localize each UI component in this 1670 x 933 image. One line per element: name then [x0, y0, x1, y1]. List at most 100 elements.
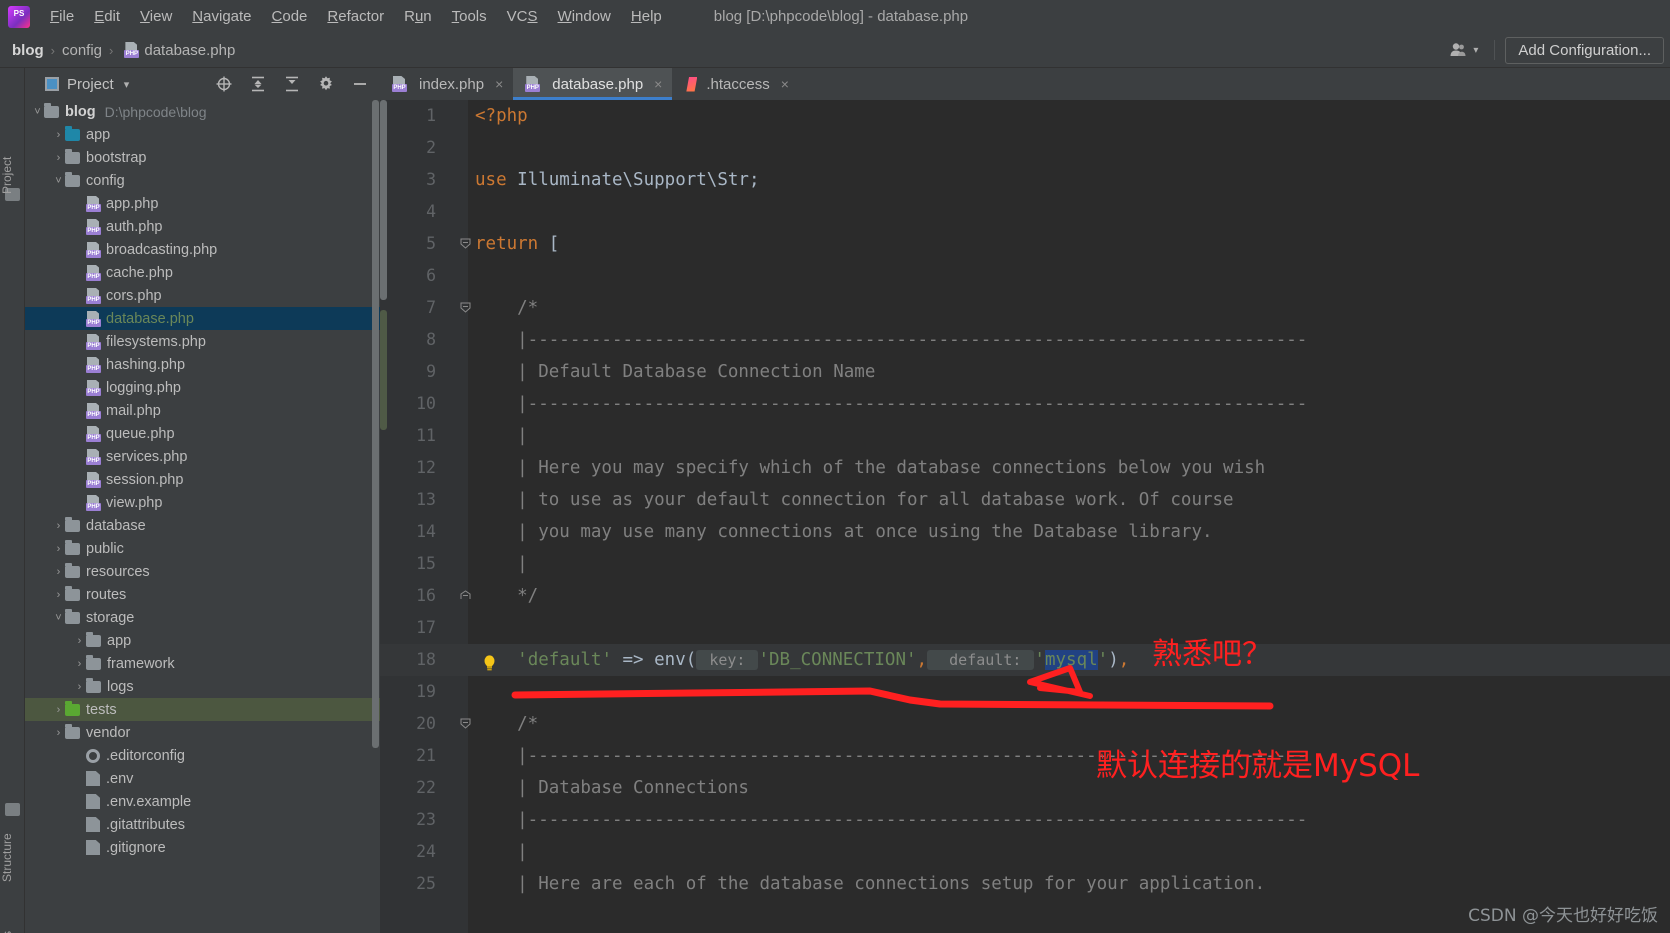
tree-item-blog[interactable]: ˅ blog D:\phpcode\blog [25, 100, 380, 123]
tree-item-gitattributes[interactable]: .gitattributes [25, 813, 380, 836]
code-line-6[interactable]: 6 [380, 260, 1670, 292]
code-lines-container[interactable]: 1 <?php 2 3 use Illuminate\Support\Str; 4 5 ret… [380, 100, 1670, 933]
tree-item-services-php[interactable]: PHP services.php [25, 445, 380, 468]
chevron-down-icon[interactable]: ˅ [31, 106, 44, 118]
tree-item-resources[interactable]: › resources [25, 560, 380, 583]
tree-item-tests[interactable]: › tests [25, 698, 380, 721]
chevron-right-icon[interactable]: › [52, 589, 65, 601]
project-tree[interactable]: ˅ blog D:\phpcode\blog › app › bootstrap ˅ confi… [25, 100, 380, 933]
menu-item-refactor[interactable]: Refactor [317, 4, 394, 29]
add-configuration-button[interactable]: Add Configuration... [1505, 36, 1664, 64]
tree-item-vendor[interactable]: › vendor [25, 721, 380, 744]
structure-panel-icon[interactable] [5, 803, 20, 816]
tool-tab-project[interactable]: Project [0, 140, 25, 210]
code-editor[interactable]: 1 <?php 2 3 use Illuminate\Support\Str; 4 5 ret… [380, 100, 1670, 933]
menu-item-file[interactable]: File [40, 4, 84, 29]
tree-item-cache-php[interactable]: PHP cache.php [25, 261, 380, 284]
menu-item-vcs[interactable]: VCS [497, 4, 548, 29]
menu-item-window[interactable]: Window [548, 4, 621, 29]
code-line-21[interactable]: 21 |------------------------------------… [380, 740, 1670, 772]
chevron-right-icon[interactable]: › [52, 129, 65, 141]
code-line-9[interactable]: 9 | Default Database Connection Name [380, 356, 1670, 388]
collapse-all-icon[interactable] [283, 75, 301, 93]
hide-panel-icon[interactable] [351, 75, 369, 93]
code-fold-toggle-icon[interactable] [460, 718, 471, 729]
menu-item-navigate[interactable]: Navigate [182, 4, 261, 29]
chevron-right-icon[interactable]: › [52, 727, 65, 739]
user-account-icon[interactable]: ▾ [1443, 40, 1484, 60]
tree-item-app[interactable]: › app [25, 123, 380, 146]
tree-item-bootstrap[interactable]: › bootstrap [25, 146, 380, 169]
tree-item-view-php[interactable]: PHP view.php [25, 491, 380, 514]
code-line-11[interactable]: 11 | [380, 420, 1670, 452]
code-fold-toggle-icon[interactable] [460, 302, 471, 313]
tree-item-framework[interactable]: › framework [25, 652, 380, 675]
tree-item-broadcasting-php[interactable]: PHP broadcasting.php [25, 238, 380, 261]
tree-item-public[interactable]: › public [25, 537, 380, 560]
tree-item-app[interactable]: › app [25, 629, 380, 652]
tree-item-database[interactable]: › database [25, 514, 380, 537]
code-line-8[interactable]: 8 |-------------------------------------… [380, 324, 1670, 356]
code-line-1[interactable]: 1 <?php [380, 100, 1670, 132]
code-line-22[interactable]: 22 | Database Connections [380, 772, 1670, 804]
menu-item-code[interactable]: Code [262, 4, 318, 29]
code-fold-toggle-icon[interactable] [460, 238, 471, 249]
code-line-23[interactable]: 23 |------------------------------------… [380, 804, 1670, 836]
close-icon[interactable]: × [654, 76, 662, 92]
chevron-right-icon[interactable]: › [73, 635, 86, 647]
chevron-right-icon[interactable]: › [73, 681, 86, 693]
chevron-down-icon[interactable]: ▾ [124, 78, 130, 91]
code-line-15[interactable]: 15 | [380, 548, 1670, 580]
tree-scrollbar[interactable] [372, 100, 379, 748]
expand-all-icon[interactable] [249, 75, 267, 93]
tree-item-database-php[interactable]: PHP database.php [25, 307, 380, 330]
chevron-right-icon[interactable]: › [52, 704, 65, 716]
code-line-17[interactable]: 17 [380, 612, 1670, 644]
tree-item-logs[interactable]: › logs [25, 675, 380, 698]
code-line-25[interactable]: 25 | Here are each of the database conne… [380, 868, 1670, 900]
tree-item-gitignore[interactable]: .gitignore [25, 836, 380, 859]
menu-item-edit[interactable]: Edit [84, 4, 130, 29]
chevron-down-icon[interactable]: ˅ [52, 175, 65, 187]
code-line-18[interactable]: 18 'default' => env( key: 'DB_CONNECTION… [380, 644, 1670, 676]
tree-item-app-php[interactable]: PHP app.php [25, 192, 380, 215]
close-icon[interactable]: × [781, 76, 789, 92]
tree-item-routes[interactable]: › routes [25, 583, 380, 606]
editor-tab-database-php[interactable]: PHP database.php × [513, 68, 673, 100]
chevron-right-icon[interactable]: › [52, 566, 65, 578]
tree-item-filesystems-php[interactable]: PHP filesystems.php [25, 330, 380, 353]
code-line-14[interactable]: 14 | you may use many connections at onc… [380, 516, 1670, 548]
code-line-13[interactable]: 13 | to use as your default connection f… [380, 484, 1670, 516]
chevron-right-icon[interactable]: › [73, 658, 86, 670]
chevron-right-icon[interactable]: › [52, 543, 65, 555]
code-fold-toggle-icon[interactable] [460, 590, 471, 601]
tool-tab-bookmarks[interactable]: ookmarks [0, 913, 25, 933]
tree-item-auth-php[interactable]: PHP auth.php [25, 215, 380, 238]
code-line-5[interactable]: 5 return [ [380, 228, 1670, 260]
tree-item-editorconfig[interactable]: .editorconfig [25, 744, 380, 767]
editor-tab-index-php[interactable]: PHP index.php × [380, 68, 513, 100]
code-line-4[interactable]: 4 [380, 196, 1670, 228]
chevron-right-icon[interactable]: › [52, 152, 65, 164]
code-line-24[interactable]: 24 | [380, 836, 1670, 868]
tree-item-config[interactable]: ˅ config [25, 169, 380, 192]
code-line-7[interactable]: 7 /* [380, 292, 1670, 324]
code-line-16[interactable]: 16 */ [380, 580, 1670, 612]
editor-tab-htaccess[interactable]: .htaccess × [672, 68, 799, 100]
tree-item-hashing-php[interactable]: PHP hashing.php [25, 353, 380, 376]
menu-item-tools[interactable]: Tools [442, 4, 497, 29]
code-line-12[interactable]: 12 | Here you may specify which of the d… [380, 452, 1670, 484]
tree-item-cors-php[interactable]: PHP cors.php [25, 284, 380, 307]
code-line-3[interactable]: 3 use Illuminate\Support\Str; [380, 164, 1670, 196]
tree-item-env[interactable]: .env [25, 767, 380, 790]
chevron-right-icon[interactable]: › [52, 520, 65, 532]
chevron-down-icon[interactable]: ˅ [52, 612, 65, 624]
tree-item-env-example[interactable]: .env.example [25, 790, 380, 813]
tree-item-queue-php[interactable]: PHP queue.php [25, 422, 380, 445]
breadcrumb-item-database-php[interactable]: database.php [144, 42, 235, 59]
tree-item-session-php[interactable]: PHP session.php [25, 468, 380, 491]
tree-item-storage[interactable]: ˅ storage [25, 606, 380, 629]
code-line-10[interactable]: 10 |------------------------------------… [380, 388, 1670, 420]
menu-item-run[interactable]: Run [394, 4, 442, 29]
tree-item-logging-php[interactable]: PHP logging.php [25, 376, 380, 399]
